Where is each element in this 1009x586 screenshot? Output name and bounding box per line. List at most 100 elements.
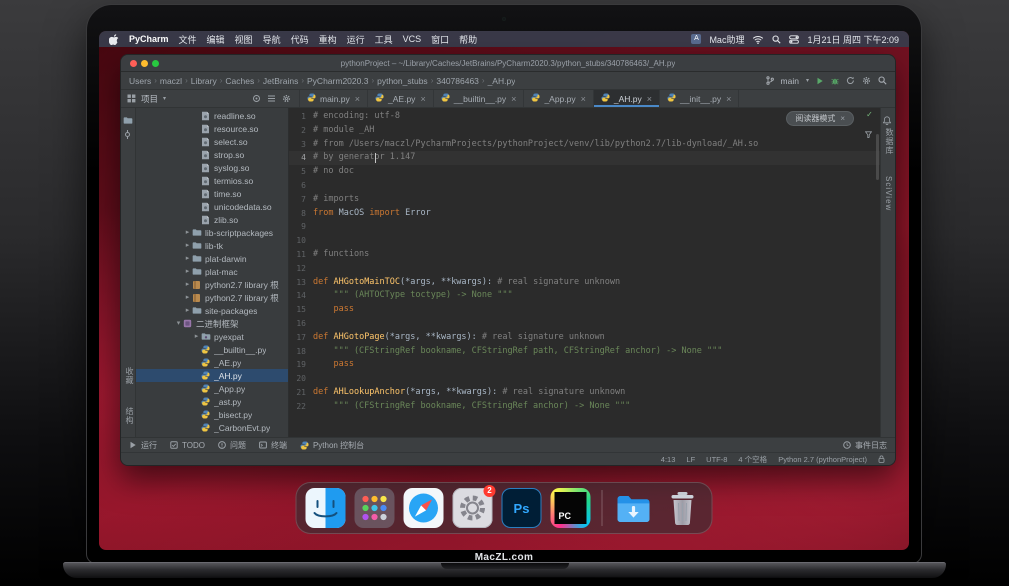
breadcrumb-item-3[interactable]: Caches bbox=[225, 76, 254, 86]
code-line[interactable]: 13def AHGotoMainTOC(*args, **kwargs): # … bbox=[289, 276, 880, 290]
file-encoding[interactable]: UTF-8 bbox=[706, 455, 727, 464]
tree-item[interactable]: strop.so bbox=[136, 148, 288, 161]
tab-close-icon[interactable]: × bbox=[647, 94, 652, 104]
tree-item[interactable]: ▾二进制框架 bbox=[136, 317, 288, 330]
code-line[interactable]: 15 pass bbox=[289, 303, 880, 317]
project-selector[interactable]: 项目 bbox=[141, 93, 158, 105]
right-tool-tab-1[interactable]: SciView bbox=[884, 176, 893, 211]
tree-item[interactable]: time.so bbox=[136, 187, 288, 200]
event-log-button[interactable]: 事件日志 bbox=[843, 440, 887, 451]
code-line[interactable]: 4# by generator 1.147 bbox=[289, 151, 880, 165]
reader-mode-pill[interactable]: 阅读器模式 × bbox=[786, 111, 854, 126]
code-line[interactable]: 22 """ (CFStringRef bookname, CFStringRe… bbox=[289, 400, 880, 414]
chevron-closed-icon[interactable]: ▸ bbox=[183, 291, 192, 304]
run-button[interactable] bbox=[816, 77, 824, 85]
tree-item[interactable]: unicodedata.so bbox=[136, 200, 288, 213]
left-tool-tab-1[interactable]: 收藏 bbox=[124, 367, 135, 385]
indent-style[interactable]: 4 个空格 bbox=[738, 454, 767, 465]
menu-item-9[interactable]: VCS bbox=[403, 34, 422, 44]
menu-item-10[interactable]: 窗口 bbox=[431, 33, 449, 46]
code-line[interactable]: 10 bbox=[289, 234, 880, 248]
tree-item[interactable]: zlib.so bbox=[136, 213, 288, 226]
window-title-bar[interactable]: pythonProject – ~/Library/Caches/JetBrai… bbox=[121, 55, 895, 72]
editor-scrollbar[interactable] bbox=[876, 134, 879, 180]
chevron-closed-icon[interactable]: ▸ bbox=[183, 304, 192, 317]
tab-close-icon[interactable]: × bbox=[581, 94, 586, 104]
code-line[interactable]: 8from MacOS import Error bbox=[289, 207, 880, 221]
breadcrumb-item-2[interactable]: Library bbox=[191, 76, 217, 86]
git-branch-icon[interactable] bbox=[766, 76, 774, 85]
editor-tab-2[interactable]: __builtin__.py× bbox=[434, 90, 525, 107]
chevron-closed-icon[interactable]: ▸ bbox=[183, 226, 192, 239]
tool-window-button-3[interactable]: 终端 bbox=[259, 440, 287, 451]
interpreter[interactable]: Python 2.7 (pythonProject) bbox=[778, 455, 867, 464]
breadcrumb-item-0[interactable]: Users bbox=[129, 76, 151, 86]
tree-item[interactable]: _CarbonEvt.py bbox=[136, 421, 288, 434]
tree-item[interactable]: _AE.py bbox=[136, 356, 288, 369]
tree-item[interactable]: ▸plat-darwin bbox=[136, 252, 288, 265]
tree-item[interactable]: select.so bbox=[136, 135, 288, 148]
lock-icon[interactable] bbox=[878, 455, 885, 463]
close-button[interactable] bbox=[130, 60, 137, 67]
breadcrumb-item-1[interactable]: maczl bbox=[160, 76, 182, 86]
tree-item[interactable]: _bisect.py bbox=[136, 408, 288, 421]
tree-item[interactable]: readline.so bbox=[136, 109, 288, 122]
dock-settings-icon[interactable]: 2 bbox=[453, 488, 493, 528]
editor-tab-1[interactable]: _AE.py× bbox=[368, 90, 434, 107]
commit-stripe-icon[interactable] bbox=[123, 126, 133, 136]
tree-item[interactable]: ▸plat-mac bbox=[136, 265, 288, 278]
menu-item-11[interactable]: 帮助 bbox=[459, 33, 477, 46]
wifi-icon[interactable] bbox=[752, 35, 764, 44]
dock-downloads-icon[interactable] bbox=[614, 488, 654, 528]
code-line[interactable]: 7# imports bbox=[289, 193, 880, 207]
code-line[interactable]: 19 pass bbox=[289, 358, 880, 372]
chevron-open-icon[interactable]: ▾ bbox=[174, 317, 183, 330]
tab-close-icon[interactable]: × bbox=[420, 94, 425, 104]
tool-options-gear-icon[interactable] bbox=[282, 94, 291, 103]
assistant-menu-item[interactable]: Mac助理 bbox=[709, 33, 744, 46]
breadcrumb-item-7[interactable]: 340786463 bbox=[436, 76, 479, 86]
notifications-icon[interactable] bbox=[883, 112, 893, 122]
settings-gear-icon[interactable] bbox=[862, 76, 871, 85]
code-line[interactable]: 3# from /Users/maczl/PycharmProjects/pyt… bbox=[289, 138, 880, 152]
apple-menu-icon[interactable] bbox=[109, 33, 119, 45]
tab-close-icon[interactable]: × bbox=[355, 94, 360, 104]
inspections-filter-icon[interactable] bbox=[865, 123, 872, 142]
debug-button[interactable] bbox=[831, 77, 839, 85]
dock-trash-icon[interactable] bbox=[663, 488, 703, 528]
menu-item-2[interactable]: 编辑 bbox=[207, 33, 225, 46]
tree-item[interactable]: ▸lib-tk bbox=[136, 239, 288, 252]
dock-finder-icon[interactable] bbox=[306, 488, 346, 528]
close-icon[interactable]: × bbox=[840, 114, 845, 123]
tool-window-button-4[interactable]: Python 控制台 bbox=[300, 440, 364, 451]
menu-item-0[interactable]: PyCharm bbox=[129, 34, 169, 44]
menu-item-6[interactable]: 重构 bbox=[319, 33, 337, 46]
code-line[interactable]: 5# no doc bbox=[289, 165, 880, 179]
menu-item-8[interactable]: 工具 bbox=[375, 33, 393, 46]
code-line[interactable]: 9 bbox=[289, 220, 880, 234]
left-tool-tab-0[interactable]: 结构 bbox=[124, 407, 135, 425]
tree-item[interactable]: _AH.py bbox=[136, 369, 288, 382]
editor-tab-3[interactable]: _App.py× bbox=[524, 90, 593, 107]
code-line[interactable]: 21def AHLookupAnchor(*args, **kwargs): #… bbox=[289, 386, 880, 400]
menu-item-7[interactable]: 运行 bbox=[347, 33, 365, 46]
breadcrumb-item-6[interactable]: python_stubs bbox=[377, 76, 428, 86]
editor-tab-0[interactable]: main.py× bbox=[300, 90, 368, 107]
code-line[interactable]: 18 """ (CFStringRef bookname, CFStringRe… bbox=[289, 345, 880, 359]
search-everywhere-icon[interactable] bbox=[878, 76, 887, 85]
chevron-closed-icon[interactable]: ▸ bbox=[183, 252, 192, 265]
tool-window-button-1[interactable]: TODO bbox=[170, 440, 205, 451]
tree-item[interactable]: ▸site-packages bbox=[136, 304, 288, 317]
chevron-closed-icon[interactable]: ▸ bbox=[183, 239, 192, 252]
menu-clock[interactable]: 1月21日 周四 下午2:09 bbox=[807, 33, 899, 46]
input-method-badge[interactable]: A bbox=[691, 34, 701, 44]
menu-item-1[interactable]: 文件 bbox=[179, 33, 197, 46]
chevron-closed-icon[interactable]: ▸ bbox=[183, 265, 192, 278]
code-editor[interactable]: 1# encoding: utf-82# module _AH3# from /… bbox=[289, 108, 880, 437]
tree-item[interactable]: syslog.so bbox=[136, 161, 288, 174]
project-view-icon[interactable] bbox=[127, 94, 136, 103]
project-stripe-icon[interactable] bbox=[123, 112, 133, 122]
branch-name[interactable]: main bbox=[781, 76, 799, 86]
chevron-closed-icon[interactable]: ▸ bbox=[183, 278, 192, 291]
tool-window-button-0[interactable]: 运行 bbox=[129, 440, 157, 451]
